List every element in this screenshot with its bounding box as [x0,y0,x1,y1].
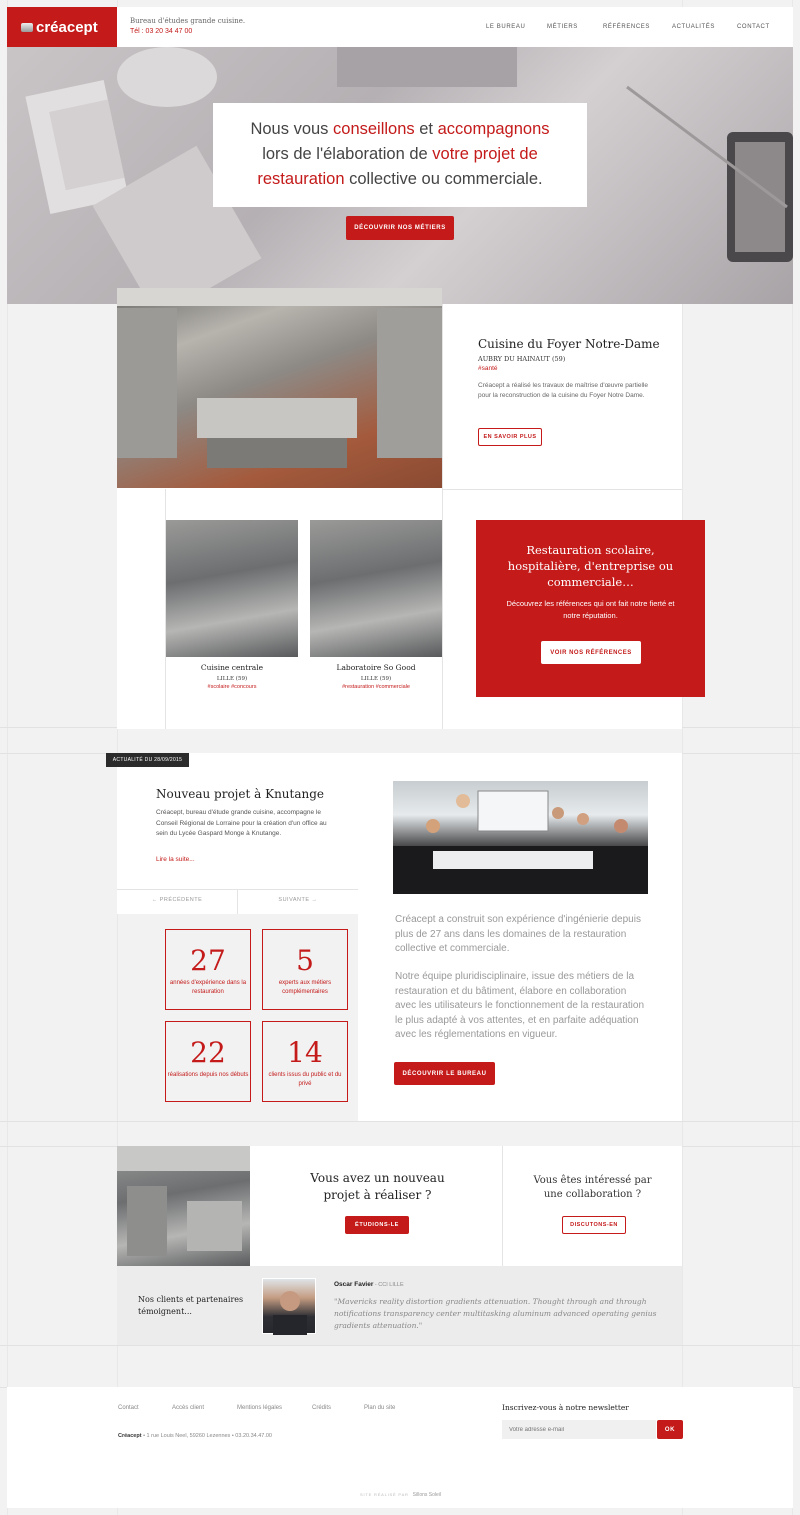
project-location: LILLE (59) [360,676,392,682]
stat-label: clients issus du public et du privé [268,1072,342,1087]
stat-label: experts aux métiers complémentaires [278,980,332,995]
project-tags[interactable]: #restauration #commerciale [310,684,442,690]
nav-le-bureau[interactable]: LE BUREAU [486,24,525,30]
kitchen-image [117,1146,250,1266]
author-name: Oscar Favier [334,1281,374,1288]
hero-text: collective ou commerciale. [344,170,543,188]
author-company: - CCI LILLE [373,1282,404,1288]
nav-references[interactable]: RÉFÉRENCES [603,24,650,30]
newsletter-email-input[interactable] [502,1420,656,1439]
project-title[interactable]: Laboratoire So Good [310,663,442,672]
discover-bureau-button[interactable]: DÉCOUVRIR LE BUREAU [394,1062,495,1085]
logo-icon [21,22,33,32]
new-project-title: Vous avez un nouveau projet à réaliser ? [310,1171,445,1202]
learn-more-button[interactable]: EN SAVOIR PLUS [478,428,542,446]
testimonial-avatar [262,1278,316,1335]
tagline: Bureau d'études grande cuisine. [130,17,246,25]
stat-label: réalisations depuis nos débuts [167,1072,249,1078]
discover-metiers-button[interactable]: DÉCOUVRIR NOS MÉTIERS [346,216,454,240]
project-tags[interactable]: #scolaire #concours [166,684,298,690]
featured-tag[interactable]: #santé [478,365,498,372]
credit-label: SITE RÉALISÉ PAR [360,1492,409,1497]
testimonial-author: Oscar Favier - CCI LILLE [334,1281,404,1288]
discuss-button[interactable]: DISCUTONS-EN [562,1216,626,1234]
references-title: Restauration scolaire, hospitalière, d'e… [507,543,674,589]
references-text: Découvrez les références qui ont fait no… [506,599,675,620]
stat-label: années d'expérience dans la restauration [169,980,247,995]
footer-company: Créacept [118,1433,142,1439]
footer-address: Créacept • 1 rue Louis Neel, 59260 Lezen… [118,1433,272,1439]
news-date-badge: ACTUALITÉ DU 28/09/2015 [106,753,189,767]
stat-value: 5 [296,944,314,977]
divider [442,304,443,729]
stat-box: 5 experts aux métiers complémentaires [262,929,348,1010]
footer-link-client-access[interactable]: Accès client [172,1405,204,1411]
news-next-button[interactable]: SUIVANTE → [238,897,358,903]
phone[interactable]: Tél : 03 20 34 47 00 [130,28,192,35]
news-text: Créacept, bureau d'étude grande cuisine,… [156,809,327,837]
stat-value: 22 [190,1036,226,1069]
footer-link-sitemap[interactable]: Plan du site [364,1405,395,1411]
featured-description: Créacept a réalisé les travaux de maîtri… [478,382,648,399]
stat-box: 27 années d'expérience dans la restaurat… [165,929,251,1010]
nav-contact[interactable]: CONTACT [737,24,770,30]
news-read-more-link[interactable]: Lire la suite... [156,856,195,863]
testimonial-heading: Nos clients et partenaires témoignent... [138,1295,244,1316]
news-prev-button[interactable]: ← PRÉCÉDENTE [117,897,237,903]
credit-brand[interactable]: Sillons Soleil [413,1492,441,1498]
footer-link-contact[interactable]: Contact [118,1405,139,1411]
nav-metiers[interactable]: MÉTIERS [547,24,578,30]
project-image-cuisine-centrale[interactable] [166,520,298,657]
newsletter-submit-button[interactable]: OK [657,1420,683,1439]
footer-link-legal[interactable]: Mentions légales [237,1405,282,1411]
project-location: LILLE (59) [216,676,248,682]
divider [442,489,682,490]
collaboration-title: Vous êtes intéressé par une collaboratio… [533,1175,652,1200]
logo[interactable]: créacept [7,7,117,47]
nav-actualites[interactable]: ACTUALITÉS [672,24,715,30]
footer-address-text: • 1 rue Louis Neel, 59260 Lezennes • 03.… [141,1433,272,1439]
hero-text-highlight: restauration [257,170,345,188]
stat-value: 14 [287,1036,323,1069]
team-meeting-image [393,781,648,894]
hero-text: Nous vous [250,120,334,138]
divider [502,1146,503,1266]
newsletter-title: Inscrivez-vous à notre newsletter [502,1403,629,1412]
news-title[interactable]: Nouveau projet à Knutange [156,787,324,801]
hero-text-highlight: conseillons [333,120,415,138]
site-credit: SITE RÉALISÉ PAR Sillons Soleil [360,1492,441,1498]
hero-headline-box: Nous vous conseillons et accompagnons lo… [213,103,587,207]
study-it-button[interactable]: ÉTUDIONS-LE [345,1216,409,1234]
featured-project-image[interactable] [117,288,442,488]
logo-text: créacept [36,18,98,36]
about-paragraph-1: Créacept a construit son expérience d'in… [395,914,641,954]
stat-value: 27 [190,944,226,977]
hero-text: et [414,120,438,138]
footer-link-credits[interactable]: Crédits [312,1405,331,1411]
featured-location: AUBRY DU HAINAUT (59) [478,355,566,363]
hero-text-highlight: accompagnons [437,120,550,138]
about-paragraph-2: Notre équipe pluridisciplinaire, issue d… [395,971,645,1040]
references-box: Restauration scolaire, hospitalière, d'e… [476,520,705,697]
hero-text: lors de l'élaboration de [262,145,433,163]
testimonial-quote: "Mavericks reality distortion gradients … [334,1297,657,1330]
project-image-laboratoire[interactable] [310,520,442,657]
project-title[interactable]: Cuisine centrale [166,663,298,672]
featured-title[interactable]: Cuisine du Foyer Notre-Dame [478,337,660,351]
stat-box: 22 réalisations depuis nos débuts [165,1021,251,1102]
stat-box: 14 clients issus du public et du privé [262,1021,348,1102]
hero-text-highlight: votre projet de [432,145,538,163]
view-references-button[interactable]: VOIR NOS RÉFÉRENCES [541,641,641,664]
